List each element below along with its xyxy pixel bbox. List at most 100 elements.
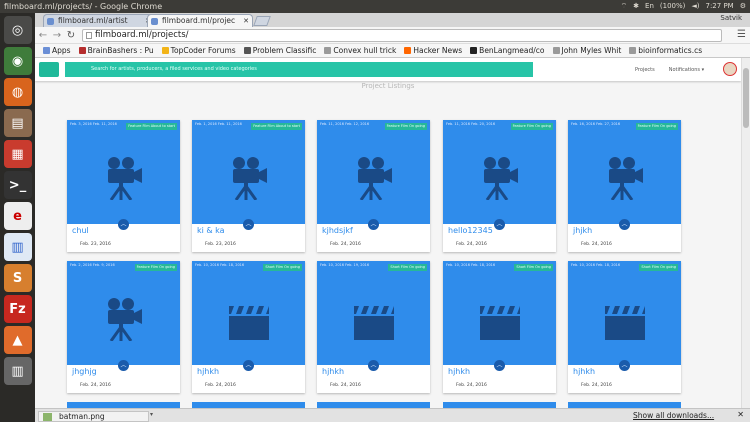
download-item[interactable]: batman.png bbox=[38, 411, 149, 422]
bookmark-hacker-news[interactable]: Hacker News bbox=[404, 46, 462, 55]
nav-projects[interactable]: Projects bbox=[635, 67, 655, 73]
sublime-icon[interactable]: S bbox=[3, 264, 32, 292]
project-date: Feb. 24, 2016 bbox=[205, 383, 236, 388]
expand-chevron-icon[interactable]: ︿ bbox=[243, 219, 254, 230]
project-card[interactable]: Feb. 10, 2016 Feb. 18, 2016 Short Film On… bbox=[443, 261, 556, 393]
files-icon[interactable]: ▤ bbox=[3, 109, 32, 137]
window-titlebar: filmboard.ml/projects/ - Google Chrome ⌔… bbox=[0, 0, 750, 13]
project-card[interactable]: Feb. 16, 2016 Feb. 27, 2016 Feature Film … bbox=[568, 120, 681, 252]
keyboard-icon[interactable]: En bbox=[645, 0, 654, 13]
project-thumbnail[interactable]: Feb. 1, 2016 Feb. 11, 2016 Feature Film A… bbox=[192, 120, 305, 224]
filmboard-logo-icon[interactable] bbox=[39, 62, 59, 77]
nav-notifications[interactable]: Notifications ▾ bbox=[669, 67, 704, 73]
app-icon[interactable]: e bbox=[3, 202, 32, 230]
tab-close-icon[interactable]: ✕ bbox=[243, 15, 249, 27]
page-title: Project Listings bbox=[361, 82, 415, 90]
project-thumbnail[interactable]: Feb. 2, 2016 Feb. 9, 2016 Feature Film On… bbox=[67, 261, 180, 365]
firefox-icon[interactable]: ◍ bbox=[3, 78, 32, 106]
project-thumbnail[interactable]: Feb. 11, 2016 Feb. 20, 2016 Feature Film … bbox=[443, 120, 556, 224]
film-camera-icon bbox=[103, 297, 145, 342]
document-viewer-icon[interactable]: ▥ bbox=[3, 233, 32, 261]
clock[interactable]: 7:27 PM bbox=[706, 0, 734, 13]
favicon-icon bbox=[151, 18, 158, 25]
bluetooth-icon[interactable]: ✱ bbox=[633, 0, 639, 13]
bookmark-topcoder[interactable]: TopCoder Forums bbox=[161, 46, 236, 55]
bookmark-brainbashers[interactable]: BrainBashers : Pu bbox=[78, 46, 154, 55]
project-name[interactable]: hjhkh bbox=[573, 367, 595, 376]
chrome-icon[interactable]: ◉ bbox=[3, 47, 32, 75]
download-menu-chevron-icon[interactable]: ▾ bbox=[150, 411, 153, 418]
bookmark-problem-classifier[interactable]: Problem Classific bbox=[243, 46, 316, 55]
expand-chevron-icon[interactable]: ︿ bbox=[243, 360, 254, 371]
downloads-bar: batman.png ▾ Show all downloads... ✕ bbox=[35, 408, 750, 422]
project-name[interactable]: kjhdsjkf bbox=[322, 226, 353, 235]
project-name[interactable]: ki & ka bbox=[197, 226, 225, 235]
project-card[interactable]: Feb. 2, 2016 Feb. 9, 2016 Feature Film On… bbox=[67, 261, 180, 393]
bookmark-github[interactable]: BenLangmead/co bbox=[470, 46, 545, 55]
expand-chevron-icon[interactable]: ︿ bbox=[118, 360, 129, 371]
project-name[interactable]: jhjkh bbox=[573, 226, 592, 235]
settings-gear-icon[interactable]: ⚙ bbox=[740, 0, 746, 13]
project-name[interactable]: jhghjg bbox=[72, 367, 97, 376]
project-name[interactable]: hello12345 bbox=[448, 226, 493, 235]
project-card[interactable]: Feb. 10, 2016 Feb. 19, 2016 Short Film On… bbox=[317, 261, 430, 393]
bookmark-john-myles[interactable]: John Myles Whit bbox=[552, 46, 621, 55]
software-center-icon[interactable]: ▦ bbox=[3, 140, 32, 168]
bookmark-convex-hull[interactable]: Convex hull trick bbox=[324, 46, 396, 55]
new-tab-button[interactable] bbox=[253, 16, 271, 26]
expand-chevron-icon[interactable]: ︿ bbox=[494, 219, 505, 230]
terminal-icon[interactable]: >_ bbox=[3, 171, 32, 199]
trash-icon[interactable]: ▥ bbox=[3, 357, 32, 385]
scrollbar-thumb[interactable] bbox=[743, 68, 749, 128]
project-card[interactable]: Feb. 11, 2016 Feb. 12, 2016 Feature Film … bbox=[317, 120, 430, 252]
project-thumbnail[interactable]: Feb. 10, 2016 Feb. 18, 2016 Short Film On… bbox=[443, 261, 556, 365]
status-badge: Feature Film On going bbox=[384, 123, 427, 130]
show-all-downloads-link[interactable]: Show all downloads... bbox=[633, 411, 714, 420]
expand-chevron-icon[interactable]: ︿ bbox=[619, 360, 630, 371]
back-arrow-icon[interactable]: ← bbox=[37, 30, 49, 41]
project-card[interactable]: Feb. 3, 2016 Feb. 11, 2016 Feature Film A… bbox=[67, 120, 180, 252]
project-dates: Feb. 11, 2016 Feb. 20, 2016 bbox=[446, 122, 496, 126]
project-thumbnail[interactable]: Feb. 11, 2016 Feb. 12, 2016 Feature Film … bbox=[317, 120, 430, 224]
volume-icon[interactable]: ◄) bbox=[691, 0, 699, 13]
tab-artist[interactable]: filmboard.ml/artist ✕ bbox=[43, 14, 155, 27]
project-card[interactable]: Feb. 10, 2016 Feb. 18, 2016 Short Film On… bbox=[192, 261, 305, 393]
battery-status[interactable]: (100%) bbox=[660, 0, 685, 13]
wifi-icon[interactable]: ⌔ bbox=[621, 0, 628, 13]
project-name[interactable]: hjhkh bbox=[322, 367, 344, 376]
bookmark-bioinformatics[interactable]: bioinformatics.cs bbox=[629, 46, 702, 55]
avatar[interactable] bbox=[723, 62, 737, 76]
vlc-icon[interactable]: ▲ bbox=[3, 326, 32, 354]
search-input[interactable]: Search for artists, producers, a filed s… bbox=[65, 62, 533, 77]
expand-chevron-icon[interactable]: ︿ bbox=[619, 219, 630, 230]
expand-chevron-icon[interactable]: ︿ bbox=[368, 360, 379, 371]
project-thumbnail[interactable]: Feb. 10, 2016 Feb. 18, 2016 Short Film On… bbox=[192, 261, 305, 365]
project-card[interactable]: Feb. 1, 2016 Feb. 11, 2016 Feature Film A… bbox=[192, 120, 305, 252]
page-scrollbar[interactable] bbox=[741, 58, 750, 408]
address-bar[interactable]: filmboard.ml/projects/ bbox=[82, 29, 722, 42]
bookmark-icon bbox=[161, 47, 169, 54]
dash-icon[interactable]: ◎ bbox=[3, 16, 32, 44]
project-card[interactable]: Feb. 10, 2016 Feb. 18, 2016 Short Film On… bbox=[568, 261, 681, 393]
expand-chevron-icon[interactable]: ︿ bbox=[118, 219, 129, 230]
project-thumbnail[interactable]: Feb. 10, 2016 Feb. 18, 2016 Short Film On… bbox=[568, 261, 681, 365]
expand-chevron-icon[interactable]: ︿ bbox=[494, 360, 505, 371]
project-name[interactable]: hjhkh bbox=[448, 367, 470, 376]
project-card[interactable]: Feb. 11, 2016 Feb. 20, 2016 Feature Film … bbox=[443, 120, 556, 252]
close-downloads-icon[interactable]: ✕ bbox=[737, 410, 744, 419]
project-thumbnail[interactable]: Feb. 10, 2016 Feb. 19, 2016 Short Film On… bbox=[317, 261, 430, 365]
tab-projects[interactable]: filmboard.ml/projec ✕ bbox=[147, 14, 253, 27]
project-name[interactable]: chul bbox=[72, 226, 89, 235]
forward-arrow-icon[interactable]: → bbox=[51, 30, 63, 41]
expand-chevron-icon[interactable]: ︿ bbox=[368, 219, 379, 230]
project-thumbnail[interactable]: Feb. 16, 2016 Feb. 27, 2016 Feature Film … bbox=[568, 120, 681, 224]
reload-icon[interactable]: ↻ bbox=[65, 30, 77, 41]
bookmark-apps[interactable]: Apps bbox=[43, 46, 71, 55]
profile-name[interactable]: Satvik bbox=[720, 14, 742, 22]
project-thumbnail[interactable]: Feb. 3, 2016 Feb. 11, 2016 Feature Film A… bbox=[67, 120, 180, 224]
status-badge: Feature Film On going bbox=[510, 123, 553, 130]
project-name[interactable]: hjhkh bbox=[197, 367, 219, 376]
filezilla-icon[interactable]: Fz bbox=[3, 295, 32, 323]
chrome-menu-icon[interactable]: ☰ bbox=[737, 29, 746, 40]
project-dates: Feb. 2, 2016 Feb. 9, 2016 bbox=[70, 263, 115, 267]
